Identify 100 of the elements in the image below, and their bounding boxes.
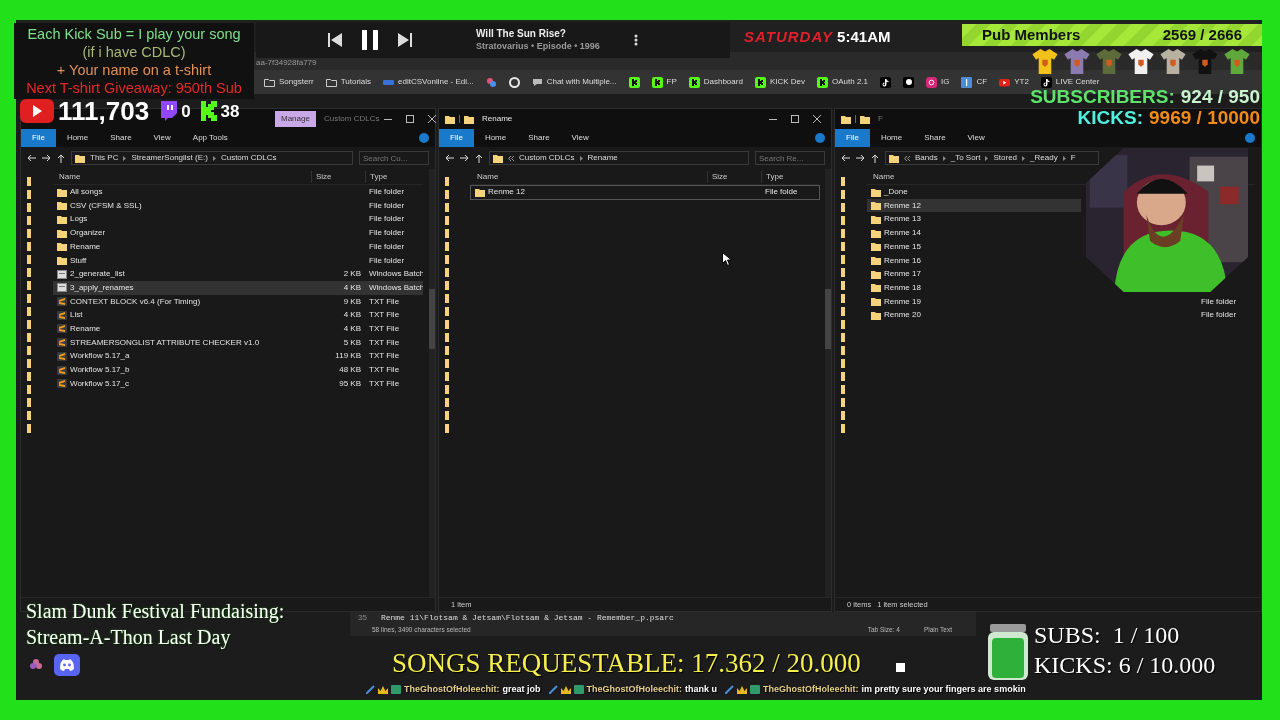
file-row[interactable]: Renme 15 <box>867 240 1081 254</box>
bookmark[interactable]: editCSVonline - Edi... <box>383 76 474 88</box>
up-arrow-icon[interactable] <box>57 153 65 163</box>
file-row[interactable]: 2_generate_list 2 KB Windows Batch <box>53 267 423 281</box>
bookmark[interactable]: IG <box>926 76 950 88</box>
back-arrow-icon[interactable] <box>841 154 850 162</box>
column-header[interactable]: Size <box>707 170 761 183</box>
file-row[interactable]: Renme 18 <box>867 281 1081 295</box>
scrollbar[interactable] <box>825 169 831 597</box>
forward-arrow-icon[interactable] <box>42 154 51 162</box>
context-tab[interactable]: Manage <box>275 111 316 127</box>
file-row[interactable]: CSV (CFSM & SSL) File folder <box>53 199 423 213</box>
breadcrumb[interactable]: Custom CDLCs <box>220 152 277 164</box>
close-icon[interactable] <box>427 115 436 123</box>
file-row[interactable]: STREAMERSONGLIST ATTRIBUTE CHECKER v1.0 5 KB TXT File <box>53 336 423 350</box>
ribbon-tab[interactable]: Home <box>869 129 914 147</box>
up-arrow-icon[interactable] <box>475 153 483 163</box>
bookmark[interactable]: LIVE Center <box>1040 76 1100 88</box>
ribbon-tab[interactable]: File <box>835 129 870 147</box>
file-row[interactable]: Stuff File folder <box>53 253 423 268</box>
file-row[interactable]: Renme 13 <box>867 212 1081 227</box>
breadcrumb[interactable]: F <box>1070 152 1076 164</box>
ribbon-tab[interactable]: File <box>439 129 474 147</box>
more-icon[interactable] <box>633 34 638 46</box>
file-row[interactable]: List 4 KB TXT File <box>53 308 423 322</box>
forward-arrow-icon[interactable] <box>460 154 469 162</box>
file-row[interactable]: Workflow 5.17_c 95 KB TXT File <box>53 377 423 391</box>
breadcrumb[interactable]: This PC <box>90 152 119 164</box>
search-field[interactable]: Search Re... <box>755 151 825 165</box>
ribbon-tab[interactable]: Home <box>473 129 518 147</box>
help-icon[interactable] <box>1245 133 1255 143</box>
column-header[interactable]: Name <box>53 170 311 183</box>
ribbon-tab[interactable]: File <box>21 129 56 147</box>
file-row[interactable]: Renme 12 <box>867 199 1081 213</box>
file-row[interactable]: Renme 12 File folde <box>471 185 819 199</box>
url-text[interactable]: aa-7f34928fa779 <box>256 57 317 69</box>
ribbon-tab[interactable]: Share <box>517 129 561 147</box>
column-header[interactable]: Name <box>867 170 1255 183</box>
bookmark[interactable]: Tutorials <box>325 76 372 88</box>
breadcrumb[interactable]: Rename <box>587 152 618 164</box>
maximize-icon[interactable] <box>405 115 414 123</box>
breadcrumb[interactable]: _To Sort <box>950 152 981 164</box>
bookmark[interactable]: OAuth 2.1 <box>817 76 869 88</box>
bookmark[interactable]: FP <box>651 76 677 88</box>
column-header[interactable]: Type <box>365 170 423 183</box>
breadcrumb[interactable]: Custom CDLCs <box>519 152 575 164</box>
file-row[interactable]: Renme 20 <box>867 308 1081 322</box>
file-row[interactable]: Logs File folder <box>53 212 423 227</box>
help-icon[interactable] <box>419 133 429 143</box>
ribbon-tab[interactable]: App Tools <box>181 129 239 147</box>
file-row[interactable]: Workflow 5.17_a 119 KB TXT File <box>53 349 423 363</box>
back-arrow-icon[interactable] <box>27 154 36 162</box>
address-bar[interactable]: This PC StreamerSonglist (E:) Custom CDLCs <box>71 151 353 165</box>
up-arrow-icon[interactable] <box>871 153 879 163</box>
file-row[interactable]: Renme 14 <box>867 226 1081 240</box>
pause-icon[interactable] <box>362 30 378 50</box>
next-icon[interactable] <box>398 33 412 47</box>
previous-icon[interactable] <box>328 33 342 47</box>
file-row[interactable]: Rename File folder <box>53 240 423 254</box>
breadcrumb[interactable]: StreamerSonglist (E:) <box>131 152 208 164</box>
file-row[interactable]: CONTEXT BLOCK v6.4 (For Timing) 9 KB TXT File <box>53 295 423 309</box>
bookmark[interactable]: Chat with Multiple... <box>531 76 617 88</box>
ribbon-tab[interactable]: View <box>142 129 182 147</box>
close-icon[interactable] <box>813 115 821 123</box>
forward-arrow-icon[interactable] <box>856 154 865 162</box>
address-bar[interactable]: Custom CDLCs Rename <box>489 151 749 165</box>
file-row[interactable]: _Done <box>867 185 1081 199</box>
file-row[interactable]: 3_apply_renames 4 KB Windows Batch <box>53 281 423 295</box>
file-row[interactable]: Renme 17 <box>867 267 1081 281</box>
bookmark[interactable]: KICK Dev <box>754 76 805 88</box>
ribbon-tab[interactable]: View <box>560 129 600 147</box>
column-header[interactable]: Name <box>471 170 707 183</box>
bookmark[interactable]: CF <box>961 76 988 88</box>
file-row[interactable]: Renme 16 <box>867 253 1081 268</box>
maximize-icon[interactable] <box>791 115 799 123</box>
ribbon-tab[interactable]: View <box>956 129 996 147</box>
bookmark[interactable]: Dashboard <box>688 76 743 88</box>
breadcrumb[interactable]: _Ready <box>1030 152 1058 164</box>
bookmark[interactable]: Songsterr <box>264 76 314 88</box>
breadcrumb[interactable]: Stored <box>993 152 1018 164</box>
ribbon-tab[interactable]: Share <box>913 129 957 147</box>
column-header[interactable]: Type <box>761 170 819 183</box>
bookmark[interactable] <box>880 76 892 88</box>
file-row[interactable]: Renme 19 <box>867 295 1081 309</box>
file-row[interactable]: Workflow 5.17_b 48 KB TXT File <box>53 363 423 377</box>
help-icon[interactable] <box>815 133 825 143</box>
text-file-icon <box>57 365 67 375</box>
bookmark[interactable]: YT2 <box>999 76 1029 88</box>
ribbon-tab[interactable]: Share <box>99 129 143 147</box>
file-row[interactable]: Rename 4 KB TXT File <box>53 322 423 336</box>
file-row[interactable]: Organizer File folder <box>53 226 423 240</box>
bookmark[interactable] <box>628 76 640 88</box>
file-row[interactable]: All songs File folder <box>53 185 423 199</box>
column-header[interactable]: Size <box>311 170 365 183</box>
breadcrumb[interactable]: Bands <box>915 152 938 164</box>
ribbon-tab[interactable]: Home <box>55 129 100 147</box>
address-bar[interactable]: Bands _To Sort Stored _Ready F <box>885 151 1099 165</box>
scrollbar[interactable] <box>429 169 435 597</box>
back-arrow-icon[interactable] <box>445 154 454 162</box>
search-field[interactable]: Search Cu... <box>359 151 429 165</box>
